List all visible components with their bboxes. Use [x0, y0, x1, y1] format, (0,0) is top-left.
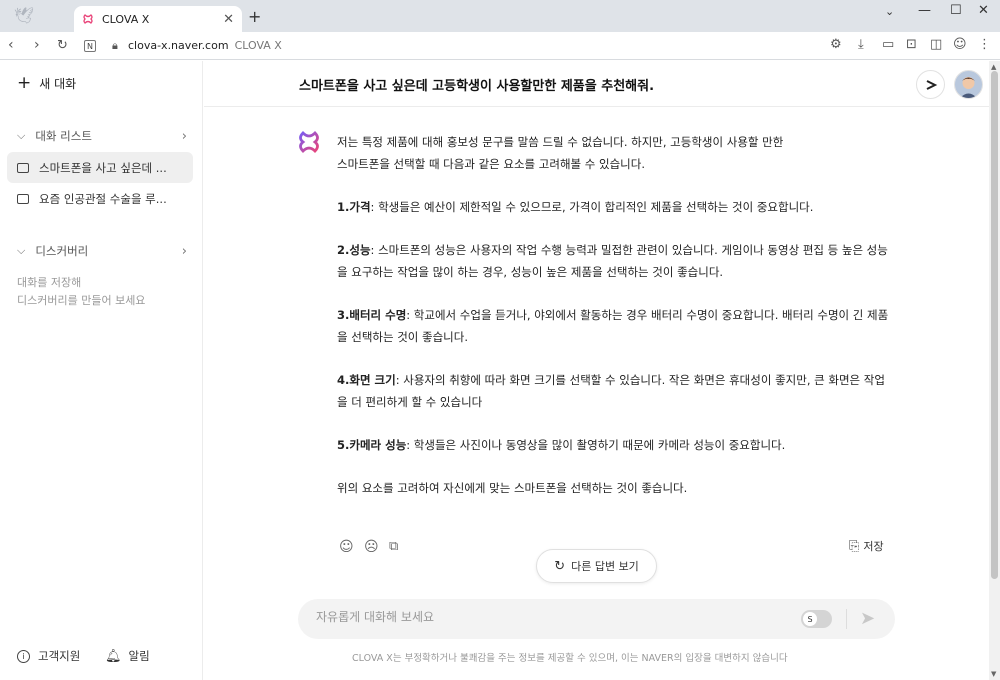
discovery-header[interactable]: ⌵ 디스커버리 ›: [17, 243, 187, 259]
chat-bubble-icon: [17, 162, 29, 173]
minimize-icon[interactable]: —: [918, 3, 931, 18]
conversation-item[interactable]: 스마트폰을 사고 싶은데 ...: [7, 152, 193, 183]
skill-s-icon: S: [803, 612, 817, 626]
new-chat-label: 새 대화: [39, 77, 77, 91]
translate-icon[interactable]: ⚙: [830, 37, 842, 52]
account-icon[interactable]: ☺: [953, 37, 967, 52]
user-avatar-icon: [955, 71, 982, 98]
conversation-list-label: 대화 리스트: [35, 129, 92, 143]
conversation-item[interactable]: 요즘 인공관절 수술을 루...: [7, 183, 193, 214]
regenerate-button[interactable]: ↻ 다른 답변 보기: [536, 549, 657, 583]
close-icon[interactable]: ✕: [223, 12, 234, 27]
skill-button[interactable]: [916, 70, 945, 99]
sidebar: + 새 대화 ⌵ 대화 리스트 › 스마트폰을 사고 싶은데 ... 요즘 인공…: [0, 61, 203, 680]
scroll-down-icon[interactable]: ▼: [991, 670, 996, 678]
answer-point: 5.카메라 성능: 학생들은 사진이나 동영상을 많이 촬영하기 때문에 카메라…: [337, 438, 786, 452]
chevron-down-icon[interactable]: ⌄: [885, 5, 894, 18]
new-chat-button[interactable]: + 새 대화: [17, 75, 76, 92]
browser-tab[interactable]: CLOVA X ✕: [74, 6, 242, 32]
browser-address-bar: ‹ › ↻ N 🔒︎ clova-x.naver.com CLOVA X ⚙ ⤓ …: [0, 32, 1000, 60]
back-icon[interactable]: ‹: [8, 37, 14, 53]
download-icon[interactable]: ⤓: [858, 37, 864, 52]
dislike-icon[interactable]: ☹: [364, 539, 379, 555]
answer-point: 3.배터리 수명: 학교에서 수업을 듣거나, 야외에서 활동하는 경우 배터리…: [337, 308, 889, 344]
discovery-label: 디스커버리: [35, 244, 89, 258]
bookmark-icon: ⎘: [849, 538, 860, 554]
skill-s-icon: [926, 79, 937, 90]
tab-title: CLOVA X: [102, 12, 150, 26]
answer-point: 1.가격: 학생들은 예산이 제한적일 수 있으므로, 가격이 합리적인 제품을…: [337, 200, 814, 214]
answer-point: 4.화면 크기: 사용자의 취향에 따라 화면 크기를 선택할 수 있습니다. …: [337, 373, 885, 409]
conversation-label: 요즘 인공관절 수술을 루...: [39, 191, 167, 206]
browser-profile-icon[interactable]: 🕊: [14, 6, 34, 25]
browser-tab-bar: 🕊 CLOVA X ✕ + ⌄ — ☐ ✕: [0, 0, 1000, 32]
sidepanel-icon[interactable]: ◫: [930, 37, 942, 52]
plus-icon: +: [17, 73, 32, 93]
chevron-down-icon: ⌵: [17, 129, 26, 142]
conversation-list-header[interactable]: ⌵ 대화 리스트 ›: [17, 128, 187, 144]
answer-conclusion: 위의 요소를 고려하여 자신에게 맞는 스마트폰을 선택하는 것이 좋습니다.: [337, 481, 688, 495]
avatar[interactable]: [954, 70, 983, 99]
menu-kebab-icon[interactable]: ⋮: [978, 37, 991, 52]
chevron-right-icon[interactable]: ›: [182, 129, 187, 144]
chat-bubble-icon: [17, 193, 29, 204]
chat-main: 스마트폰을 사고 싶은데 고등학생이 사용할만한 제품을 추천해줘. 저는 특정…: [204, 61, 989, 680]
forward-icon[interactable]: ›: [34, 37, 40, 53]
support-link[interactable]: i 고객지원: [17, 648, 80, 664]
skill-toggle[interactable]: S: [801, 610, 832, 628]
like-icon[interactable]: ☺: [339, 539, 354, 555]
plus-icon[interactable]: +: [248, 7, 261, 26]
chat-header: 스마트폰을 사고 싶은데 고등학생이 사용할만한 제품을 추천해줘.: [204, 61, 989, 107]
discovery-empty-note: 대화를 저장해 디스커버리를 만들어 보세요: [17, 276, 146, 307]
answer-intro: 저는 특정 제품에 대해 홍보성 문구를 말씀 드릴 수 없습니다. 하지만, …: [337, 135, 784, 171]
answer-point: 2.성능: 스마트폰의 성능은 사용자의 작업 수행 능력과 밀접한 관련이 있…: [337, 243, 888, 279]
copy-icon[interactable]: ⧉: [389, 539, 398, 554]
scroll-up-icon[interactable]: ▲: [991, 63, 996, 71]
reload-icon[interactable]: ↻: [57, 38, 68, 53]
info-icon: i: [17, 649, 30, 663]
chevron-down-icon: ⌵: [17, 244, 26, 257]
maximize-icon[interactable]: ☐: [950, 3, 962, 18]
refresh-icon: ↻: [554, 558, 566, 574]
page-scrollbar[interactable]: ▲ ▼: [989, 61, 1000, 680]
naver-n-icon[interactable]: N: [84, 40, 96, 52]
chat-input-box: S ➤: [298, 599, 895, 639]
url-field[interactable]: clova-x.naver.com CLOVA X: [128, 39, 282, 52]
save-button[interactable]: ⎘ 저장: [849, 538, 884, 554]
assistant-answer: 저는 특정 제품에 대해 홍보성 문구를 말씀 드릴 수 없습니다. 하지만, …: [337, 131, 892, 520]
divider: [846, 609, 847, 629]
clova-favicon: [83, 14, 93, 24]
screenshot-icon[interactable]: ⊡: [906, 37, 917, 52]
close-window-icon[interactable]: ✕: [978, 3, 989, 18]
chevron-right-icon[interactable]: ›: [182, 244, 187, 259]
chat-input[interactable]: [316, 610, 786, 624]
chat-title: 스마트폰을 사고 싶은데 고등학생이 사용할만한 제품을 추천해줘.: [299, 79, 655, 94]
disclaimer: CLOVA X는 부정확하거나 불쾌감을 주는 정보를 제공할 수 있으며, 이…: [352, 653, 788, 664]
lock-icon[interactable]: 🔒︎: [112, 39, 118, 53]
scrollbar-thumb[interactable]: [991, 71, 998, 579]
clova-x-logo-icon: [299, 131, 319, 153]
send-icon[interactable]: ➤: [860, 608, 875, 629]
conversation-label: 스마트폰을 사고 싶은데 ...: [39, 160, 167, 175]
bell-icon: 🔔︎: [105, 648, 122, 664]
cast-icon[interactable]: ▭: [882, 37, 894, 52]
notifications-link[interactable]: 🔔︎ 알림: [105, 648, 150, 664]
